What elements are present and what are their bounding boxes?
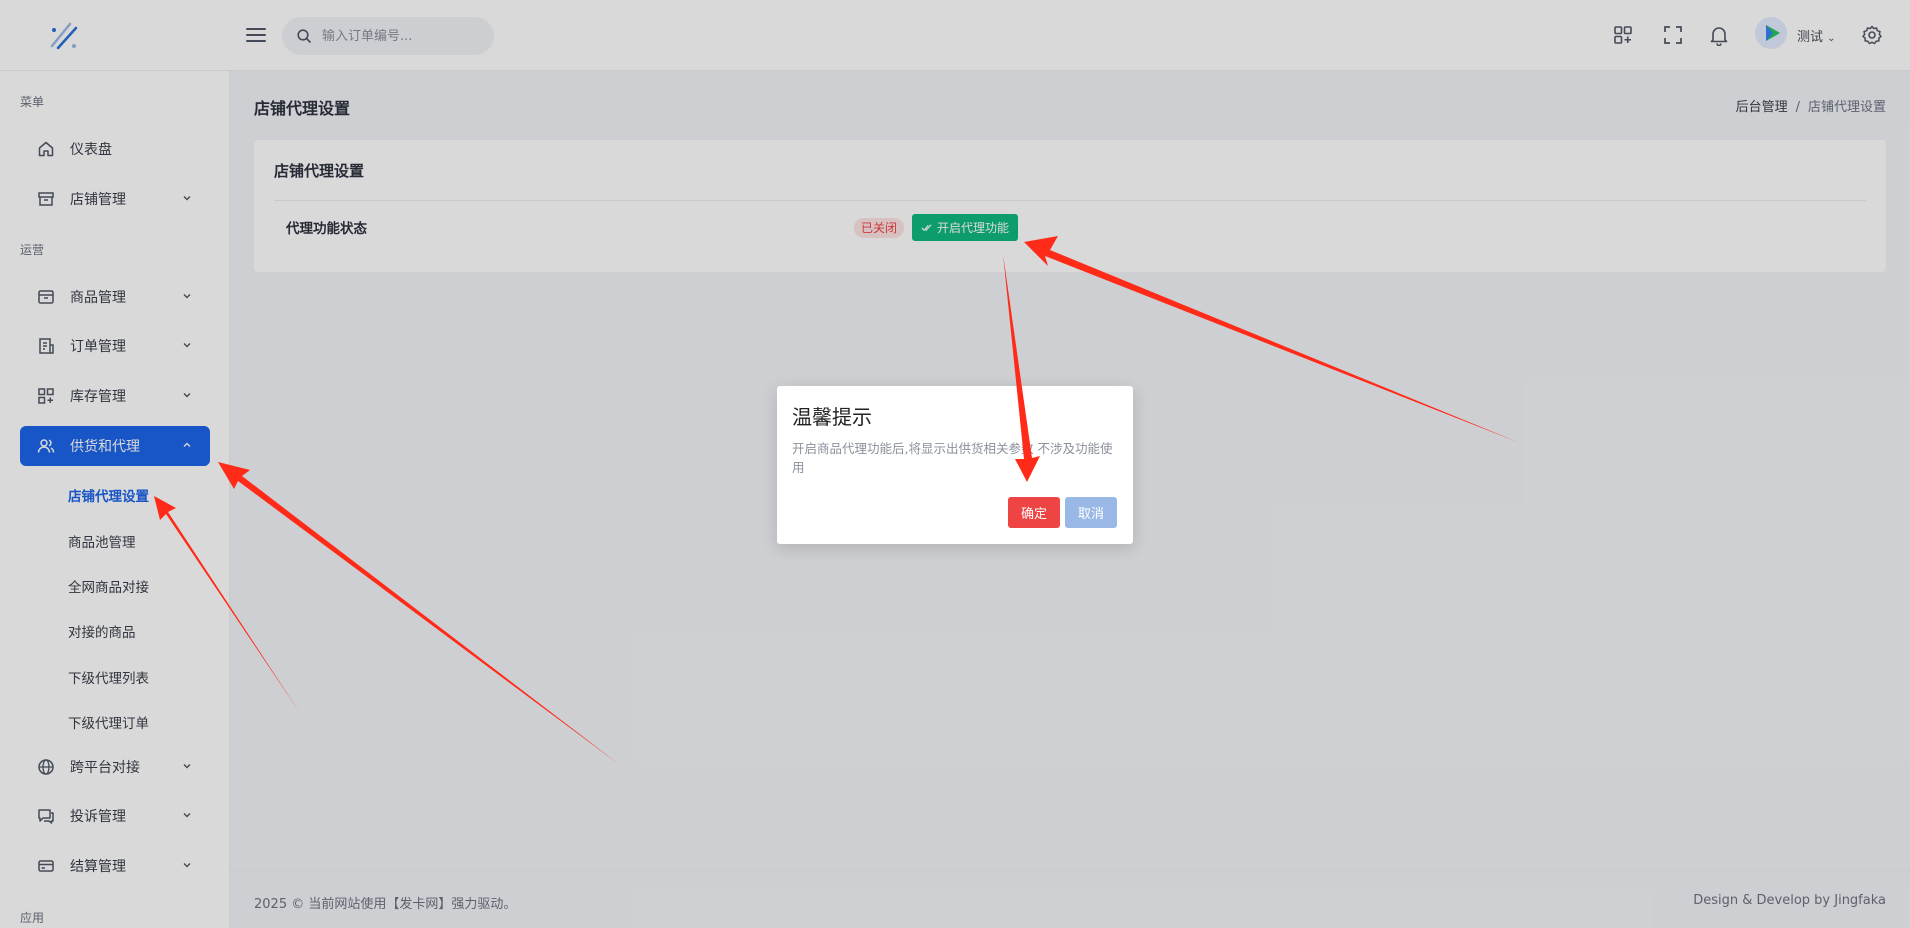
cancel-button[interactable]: 取消 [1065, 497, 1117, 528]
confirm-dialog: 温馨提示 开启商品代理功能后,将显示出供货相关参数 不涉及功能使用 确定 取消 [777, 386, 1133, 544]
dialog-message: 开启商品代理功能后,将显示出供货相关参数 不涉及功能使用 [792, 441, 1113, 475]
dialog-title: 温馨提示 [792, 405, 872, 429]
confirm-button[interactable]: 确定 [1008, 497, 1060, 528]
